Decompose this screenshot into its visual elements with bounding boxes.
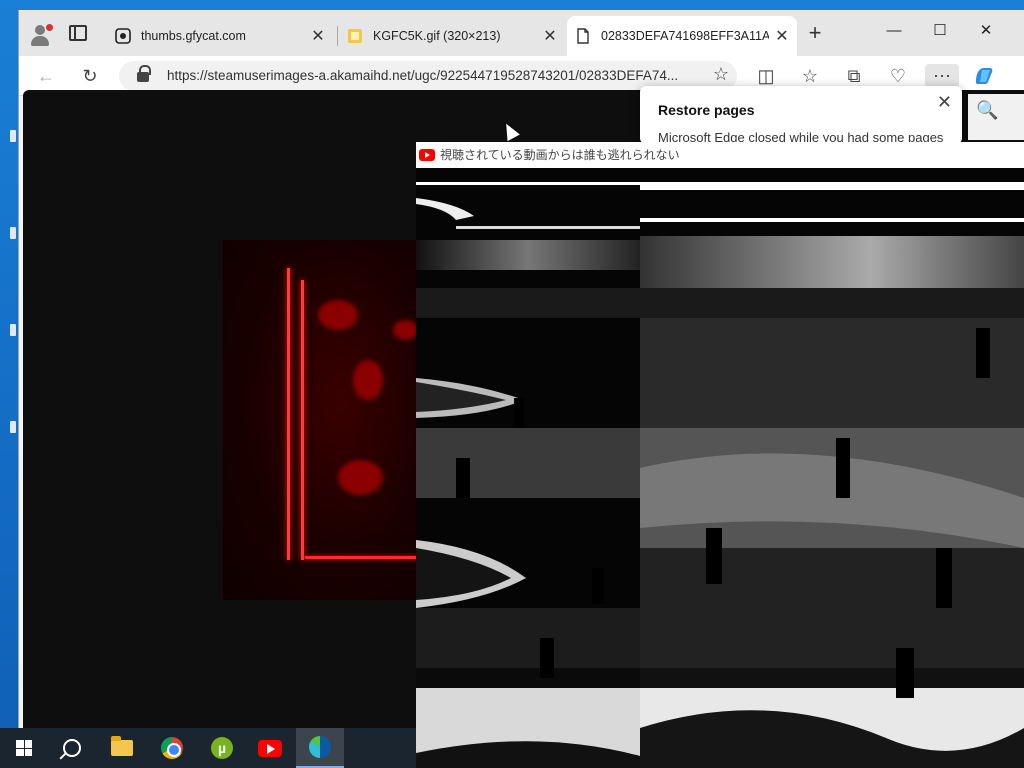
profile-avatar[interactable]	[27, 22, 53, 48]
youtube-icon	[258, 739, 282, 757]
copilot-icon[interactable]	[971, 64, 997, 90]
tab-active-image[interactable]: 02833DEFA741698EFF3A11A61 ✕	[567, 16, 797, 56]
youtube-icon	[419, 149, 435, 161]
new-tab-button[interactable]: +	[803, 22, 827, 46]
desktop-icon[interactable]	[10, 421, 16, 433]
red-smudge	[338, 460, 383, 495]
windows-icon	[16, 740, 32, 756]
red-smudge	[353, 360, 383, 400]
tab-actions-icon[interactable]	[69, 25, 87, 41]
red-smudge	[318, 300, 358, 330]
tab-label: KGFC5K.gif (320×213)	[373, 29, 501, 43]
close-tab-icon[interactable]: ✕	[311, 26, 325, 46]
tab-gfycat[interactable]: thumbs.gfycat.com ✕	[107, 16, 333, 56]
folder-icon	[111, 736, 133, 756]
red-neon-line	[301, 280, 304, 560]
desktop-icon[interactable]	[10, 324, 16, 336]
avatar-body	[31, 36, 49, 46]
close-popup-icon[interactable]: ✕	[937, 92, 952, 113]
search-icon[interactable]: 🔍	[976, 100, 998, 121]
edge-button[interactable]	[296, 728, 344, 768]
edge-icon	[309, 736, 331, 758]
chrome-icon	[161, 737, 183, 759]
close-tab-icon[interactable]: ✕	[775, 26, 789, 46]
favorite-star-icon[interactable]: ☆	[713, 64, 729, 85]
copilot-logo	[976, 68, 993, 84]
gfycat-icon	[115, 28, 131, 44]
tab-strip: thumbs.gfycat.com ✕ KGFC5K.gif (320×213)…	[19, 10, 1024, 56]
tab-separator	[337, 26, 338, 46]
avatar-head	[35, 25, 45, 35]
video-title: 視聴されている動画からは誰も逃れられない	[440, 148, 680, 162]
desktop-icon-column	[10, 130, 18, 518]
maximize-button[interactable]: ☐	[917, 16, 963, 46]
file-explorer-button[interactable]	[98, 728, 146, 768]
tab-label: 02833DEFA741698EFF3A11A61	[601, 29, 769, 43]
restore-pages-popup: Restore pages ✕ Microsoft Edge closed wh…	[640, 86, 962, 144]
glitch-video-frame	[416, 168, 1024, 768]
red-image	[223, 240, 418, 600]
page-icon	[577, 28, 589, 44]
start-button[interactable]	[0, 728, 48, 768]
search-icon	[63, 739, 81, 757]
chrome-button[interactable]	[148, 728, 196, 768]
tab-kgfc5k[interactable]: KGFC5K.gif (320×213) ✕	[339, 16, 565, 56]
minimize-button[interactable]: —	[871, 16, 917, 46]
sidebar-search[interactable]: 🔍	[968, 94, 1024, 140]
red-neon-line	[287, 268, 290, 560]
desktop-icon[interactable]	[10, 130, 16, 142]
utorrent-icon: µ	[211, 737, 233, 759]
image-tab-icon	[348, 29, 362, 43]
url-text[interactable]: https://steamuserimages-a.akamaihd.net/u…	[167, 68, 697, 83]
video-overlay-window[interactable]: 視聴されている動画からは誰も逃れられない	[416, 142, 1024, 768]
search-button[interactable]	[48, 728, 96, 768]
refresh-icon[interactable]: ↻	[77, 64, 103, 90]
red-neon-bottom	[305, 556, 418, 559]
lock-icon[interactable]	[137, 65, 151, 82]
desktop-icon[interactable]	[10, 227, 16, 239]
red-smudge	[393, 320, 418, 340]
desktop: { "browser": { "tabs": [ {"label": "thum…	[0, 0, 1024, 768]
taskbar: µ	[0, 728, 416, 768]
restore-title: Restore pages	[658, 102, 755, 118]
close-tab-icon[interactable]: ✕	[543, 26, 557, 46]
tab-label: thumbs.gfycat.com	[141, 29, 246, 43]
close-window-button[interactable]: ✕	[963, 16, 1009, 46]
utorrent-button[interactable]: µ	[198, 728, 246, 768]
video-title-bar: 視聴されている動画からは誰も逃れられない	[416, 142, 1024, 168]
back-icon[interactable]: ←	[33, 64, 59, 90]
notification-dot	[46, 24, 53, 31]
youtube-button[interactable]	[246, 728, 294, 768]
